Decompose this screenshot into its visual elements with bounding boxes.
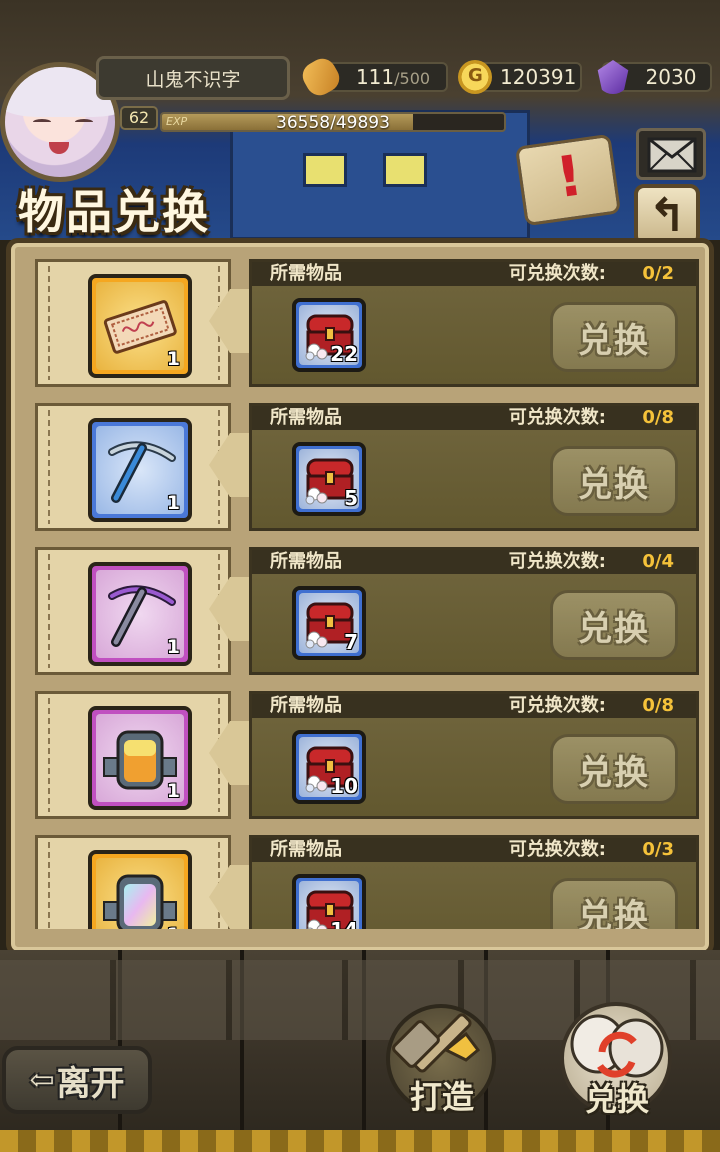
required-item-qty: 22 — [330, 342, 358, 366]
avatar-mouth — [49, 142, 69, 154]
exchange-tab-label: 兑换 — [584, 1080, 649, 1118]
exchange-button[interactable]: 兑换 — [550, 302, 678, 372]
craft-label: 打造 — [409, 1078, 474, 1116]
quest-scroll-icon[interactable] — [514, 133, 622, 227]
reward-panel: 1 — [35, 691, 231, 819]
exchange-count-value: 0/8 — [642, 695, 674, 716]
gold-display[interactable]: 120391 — [458, 60, 582, 94]
lantern-rainbow-icon — [102, 864, 178, 929]
required-item-slot[interactable]: 7 — [292, 586, 366, 660]
player-name: 山鬼不识字 — [96, 56, 290, 100]
requirement-panel: 所需物品 可兑换次数: 0/8 5 兑换 — [249, 403, 699, 531]
exp-value: 36558/49893 — [276, 113, 390, 132]
exchange-tab-button[interactable]: 兑换 — [552, 996, 682, 1124]
reward-panel: 1 — [35, 259, 231, 387]
exchange-count-value: 0/8 — [642, 407, 674, 428]
requirement-panel: 所需物品 可兑换次数: 0/8 10 兑换 — [249, 691, 699, 819]
required-item-slot[interactable]: 22 — [292, 298, 366, 372]
required-item-qty: 14 — [330, 918, 358, 929]
exchange-row: 1 所需物品 可兑换次数: 0/3 14 兑换 — [27, 835, 703, 929]
required-item-slot[interactable]: 14 — [292, 874, 366, 929]
reward-item-qty: 1 — [166, 636, 180, 658]
reward-item-qty: 1 — [166, 492, 180, 514]
reward-item-qty: 1 — [166, 780, 180, 802]
exchange-row: 1 所需物品 可兑换次数: 0/8 10 兑换 — [27, 691, 703, 819]
required-items-label: 所需物品 — [270, 839, 342, 860]
reward-panel: 1 — [35, 835, 231, 929]
exchange-button[interactable]: 兑换 — [550, 734, 678, 804]
mail-button[interactable] — [636, 128, 706, 180]
stamina-display[interactable]: 111/500 — [297, 53, 448, 101]
return-arrow-icon: ↰ — [647, 188, 687, 242]
exchange-count-value: 0/2 — [642, 263, 674, 284]
gold-value: 120391 — [500, 65, 577, 89]
exchange-row: 1 所需物品 可兑换次数: 0/8 5 兑换 — [27, 403, 703, 531]
requirement-header: 所需物品 可兑换次数: 0/4 — [252, 550, 696, 574]
reward-item-slot[interactable]: 1 — [88, 562, 192, 666]
required-items-label: 所需物品 — [270, 551, 342, 572]
gem-display[interactable]: 2030 — [597, 60, 712, 94]
required-item-qty: 5 — [344, 486, 358, 510]
required-items-label: 所需物品 — [270, 695, 342, 716]
requirement-header: 所需物品 可兑换次数: 0/2 — [252, 262, 696, 286]
exchange-count-label: 可兑换次数: — [508, 695, 606, 716]
required-item-qty: 10 — [330, 774, 358, 798]
exchange-button[interactable]: 兑换 — [550, 446, 678, 516]
required-item-slot[interactable]: 5 — [292, 442, 366, 516]
exchange-row: 1 所需物品 可兑换次数: 0/2 22 兑换 — [27, 259, 703, 387]
floor-edge — [0, 1130, 720, 1152]
requirement-panel: 所需物品 可兑换次数: 0/4 7 兑换 — [249, 547, 699, 675]
exchange-panel: 1 所需物品 可兑换次数: 0/2 22 兑换 1 所需物品 可兑换次数: 0/… — [6, 238, 714, 956]
exchange-row: 1 所需物品 可兑换次数: 0/4 7 兑换 — [27, 547, 703, 675]
reward-item-qty: 1 — [167, 924, 180, 929]
requirement-header: 所需物品 可兑换次数: 0/3 — [252, 838, 696, 862]
exchange-count-label: 可兑换次数: — [508, 839, 606, 860]
required-item-qty: 7 — [344, 630, 358, 654]
avatar-eye — [75, 119, 93, 125]
gold-coin-icon — [458, 60, 492, 94]
stamina-value: 111 — [355, 65, 395, 89]
reward-item-slot[interactable]: 1 — [88, 418, 192, 522]
reward-panel: 1 — [35, 547, 231, 675]
exchange-count-label: 可兑换次数: — [508, 551, 606, 572]
required-item-slot[interactable]: 10 — [292, 730, 366, 804]
exp-bar: EXP 36558/49893 — [160, 112, 506, 132]
reward-panel: 1 — [35, 403, 231, 531]
leave-label: 离开 — [56, 1063, 125, 1104]
gem-value: 2030 — [645, 65, 697, 89]
avatar-eye — [33, 119, 51, 125]
building-window — [383, 153, 427, 187]
mail-icon — [647, 137, 697, 173]
page-title: 物品兑换 — [18, 185, 210, 239]
requirement-header: 所需物品 可兑换次数: 0/8 — [252, 406, 696, 430]
leave-button[interactable]: ⇦ 离开 — [2, 1046, 152, 1114]
left-arrow-icon: ⇦ — [29, 1062, 55, 1098]
reward-item-slot[interactable]: 1 — [88, 706, 192, 810]
exchange-list[interactable]: 1 所需物品 可兑换次数: 0/2 22 兑换 1 所需物品 可兑换次数: 0/… — [27, 259, 703, 929]
stamina-max: /500 — [394, 69, 431, 88]
back-button[interactable]: ↰ — [634, 184, 700, 246]
exchange-count-label: 可兑换次数: — [508, 263, 606, 284]
requirement-panel: 所需物品 可兑换次数: 0/3 14 兑换 — [249, 835, 699, 929]
requirement-header: 所需物品 可兑换次数: 0/8 — [252, 694, 696, 718]
exchange-count-value: 0/3 — [642, 839, 674, 860]
player-level: 62 — [120, 106, 158, 130]
building-window — [303, 153, 347, 187]
requirement-panel: 所需物品 可兑换次数: 0/2 22 兑换 — [249, 259, 699, 387]
required-items-label: 所需物品 — [270, 407, 342, 428]
reward-item-slot[interactable]: 1 — [88, 274, 192, 378]
reward-item-qty: 1 — [166, 348, 180, 370]
exchange-count-label: 可兑换次数: — [508, 407, 606, 428]
reward-item-slot[interactable]: 1 — [88, 850, 192, 929]
required-items-label: 所需物品 — [270, 263, 342, 284]
craft-button[interactable]: 打造 — [382, 1000, 502, 1120]
exchange-count-value: 0/4 — [642, 551, 674, 572]
exchange-button[interactable]: 兑换 — [550, 590, 678, 660]
exchange-button[interactable]: 兑换 — [550, 878, 678, 929]
